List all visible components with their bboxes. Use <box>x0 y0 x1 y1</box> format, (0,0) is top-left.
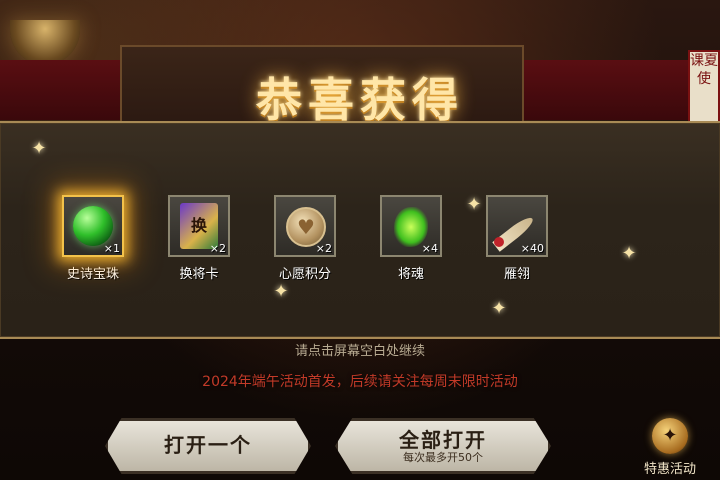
reward-item-wish-points[interactable]: ♥ ×2 心愿积分 <box>265 195 345 282</box>
open-one-label: 打开一个 <box>164 433 252 457</box>
sparkle-icon: ✦ <box>273 281 289 302</box>
general-soul-icon <box>394 207 428 247</box>
reward-name: 雁翎 <box>503 267 530 282</box>
event-notice: 2024年端午活动首发，后续请关注每周末限时活动 <box>202 374 518 390</box>
continue-hint: 请点击屏幕空白处继续 <box>294 344 425 359</box>
reward-slot[interactable]: ×4 <box>380 195 442 257</box>
special-offer-icon: ✦ <box>652 418 688 454</box>
reward-item-epic-pearl[interactable]: ×1 史诗宝珠 <box>53 195 133 282</box>
reward-count: ×4 <box>421 242 438 255</box>
reward-name: 史诗宝珠 <box>66 267 119 282</box>
reward-slot[interactable]: ×1 <box>62 195 124 257</box>
reward-count: ×2 <box>315 242 332 255</box>
reward-slot[interactable]: 换 ×2 <box>168 195 230 257</box>
reward-count: ×1 <box>103 242 120 255</box>
reward-item-swap-card[interactable]: 换 ×2 换将卡 <box>159 195 239 282</box>
special-offer-label: 特惠活动 <box>643 462 696 477</box>
reward-slot[interactable]: ♥ ×2 <box>274 195 336 257</box>
special-offer-button[interactable]: ✦ 特惠活动 <box>620 418 720 480</box>
open-one-button[interactable]: 打开一个 <box>105 418 311 474</box>
reward-item-general-soul[interactable]: ×4 将魂 <box>371 195 451 282</box>
sparkle-icon: ✦ <box>491 298 507 319</box>
reward-count: ×2 <box>209 242 226 255</box>
reward-item-goose-feather[interactable]: ×40 雁翎 <box>477 195 557 282</box>
open-all-button[interactable]: 全部打开 每次最多开50个 <box>335 418 551 474</box>
reward-count: ×40 <box>520 242 544 255</box>
reward-name: 将魂 <box>397 267 424 282</box>
reward-slot[interactable]: ×40 <box>486 195 548 257</box>
open-all-label: 全部打开 <box>399 428 487 452</box>
wish-points-coin-icon: ♥ <box>286 207 326 247</box>
green-pearl-icon <box>73 206 113 246</box>
sparkle-icon: ✦ <box>31 138 47 159</box>
sparkle-icon: ✦ <box>621 243 637 264</box>
reward-name: 心愿积分 <box>278 267 331 282</box>
feather-tassel-icon <box>494 237 504 247</box>
open-all-sublabel: 每次最多开50个 <box>403 451 483 464</box>
reward-name: 换将卡 <box>179 267 219 282</box>
